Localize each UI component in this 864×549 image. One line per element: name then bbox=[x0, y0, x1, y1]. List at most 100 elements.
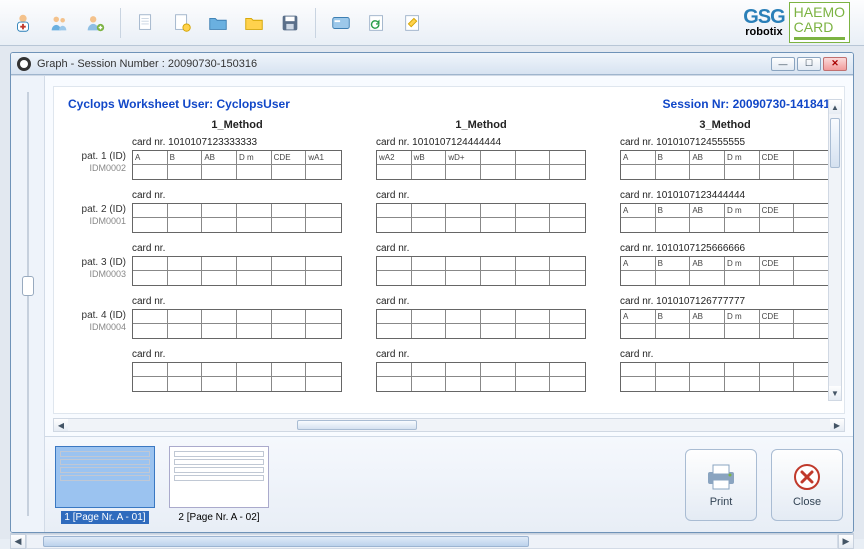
card-cell: CDE bbox=[760, 151, 795, 165]
card-cell bbox=[202, 204, 237, 218]
scroll-right-arrow[interactable]: ▶ bbox=[830, 419, 844, 431]
scroll-thumb[interactable] bbox=[297, 420, 417, 430]
card-cell bbox=[621, 324, 656, 338]
card-cell bbox=[481, 165, 516, 179]
card-cell bbox=[133, 257, 168, 271]
zoom-slider-thumb[interactable] bbox=[22, 276, 34, 296]
card-cell bbox=[550, 310, 585, 324]
card-grid bbox=[376, 362, 586, 392]
scroll-right-arrow[interactable]: ▶ bbox=[838, 534, 854, 549]
card-cell bbox=[133, 363, 168, 377]
card-cell bbox=[133, 218, 168, 232]
card-cell bbox=[412, 271, 447, 285]
card-cell bbox=[237, 257, 272, 271]
card-cell bbox=[412, 324, 447, 338]
scroll-thumb[interactable] bbox=[830, 118, 840, 168]
brand-robotix: robotix bbox=[745, 26, 782, 38]
window-close-button[interactable]: ✕ bbox=[823, 57, 847, 71]
window-titlebar[interactable]: Graph - Session Number : 20090730-150316… bbox=[11, 53, 853, 75]
zoom-slider bbox=[11, 76, 45, 532]
card-cell bbox=[725, 324, 760, 338]
card-cell bbox=[272, 377, 307, 391]
close-icon bbox=[792, 462, 822, 492]
card-cell bbox=[272, 324, 307, 338]
page-icon[interactable] bbox=[167, 8, 197, 38]
card-icon[interactable] bbox=[326, 8, 356, 38]
card-cell bbox=[306, 363, 341, 377]
card-number: card nr. bbox=[620, 349, 830, 360]
card-cell bbox=[725, 377, 760, 391]
card-cell: AB bbox=[690, 151, 725, 165]
card-cell bbox=[202, 271, 237, 285]
worksheet-user: Cyclops Worksheet User: CyclopsUser bbox=[68, 97, 290, 111]
card-cell bbox=[272, 204, 307, 218]
patients-icon[interactable] bbox=[44, 8, 74, 38]
card-cell bbox=[377, 271, 412, 285]
card-cell bbox=[133, 310, 168, 324]
card-cell bbox=[794, 324, 829, 338]
card-cell bbox=[621, 377, 656, 391]
tool-icon[interactable] bbox=[398, 8, 428, 38]
printer-icon bbox=[704, 462, 738, 492]
card-cell bbox=[656, 218, 691, 232]
window-minimize-button[interactable]: — bbox=[771, 57, 795, 71]
card-cell: CDE bbox=[272, 151, 307, 165]
scroll-thumb[interactable] bbox=[43, 536, 529, 547]
card-cell bbox=[377, 324, 412, 338]
save-icon[interactable] bbox=[275, 8, 305, 38]
doctor-icon[interactable] bbox=[8, 8, 38, 38]
card-number: card nr. 1010107124555555 bbox=[620, 137, 830, 148]
card-cell bbox=[446, 165, 481, 179]
card-cell bbox=[760, 363, 795, 377]
card-cell bbox=[412, 218, 447, 232]
card-cell bbox=[550, 363, 585, 377]
card-number: card nr. 1010107126777777 bbox=[620, 296, 830, 307]
card-cell bbox=[133, 324, 168, 338]
app-toolbar: GSG robotix HAEMO CARD bbox=[0, 0, 864, 46]
sheet-vertical-scrollbar[interactable]: ▲ ▼ bbox=[828, 99, 842, 401]
scroll-up-arrow[interactable]: ▲ bbox=[829, 100, 841, 114]
card-cell bbox=[760, 324, 795, 338]
card-cell bbox=[725, 271, 760, 285]
card-cell bbox=[794, 165, 829, 179]
card-cell bbox=[794, 377, 829, 391]
card-cell bbox=[202, 363, 237, 377]
card-cell: A bbox=[621, 204, 656, 218]
card-cell: AB bbox=[202, 151, 237, 165]
refresh-icon[interactable] bbox=[362, 8, 392, 38]
card-cell bbox=[690, 377, 725, 391]
folder-yellow-icon[interactable] bbox=[239, 8, 269, 38]
print-button[interactable]: Print bbox=[685, 449, 757, 521]
scroll-left-arrow[interactable]: ◀ bbox=[10, 534, 26, 549]
patient-label: pat. 3 (ID)IDM0003 bbox=[68, 243, 132, 281]
card-cell bbox=[481, 324, 516, 338]
card-cell bbox=[133, 377, 168, 391]
zoom-slider-track[interactable] bbox=[27, 92, 29, 516]
card-cell bbox=[516, 377, 551, 391]
card-cell bbox=[794, 218, 829, 232]
folder-blue-icon[interactable] bbox=[203, 8, 233, 38]
card-cell: D m bbox=[725, 204, 760, 218]
page-thumbnail[interactable]: 1 [Page Nr. A - 01] bbox=[55, 446, 155, 523]
card-number: card nr. 1010107123444444 bbox=[620, 190, 830, 201]
close-button[interactable]: Close bbox=[771, 449, 843, 521]
card-cell bbox=[133, 204, 168, 218]
card-cell bbox=[621, 218, 656, 232]
patient-add-icon[interactable] bbox=[80, 8, 110, 38]
card-cell: D m bbox=[725, 257, 760, 271]
patient-label: pat. 4 (ID)IDM0004 bbox=[68, 296, 132, 334]
new-doc-icon[interactable] bbox=[131, 8, 161, 38]
page-thumbnail[interactable]: 2 [Page Nr. A - 02] bbox=[169, 446, 269, 523]
card-cell bbox=[621, 165, 656, 179]
sheet-horizontal-scrollbar[interactable]: ◀ ▶ bbox=[53, 418, 845, 432]
card-number: card nr. bbox=[132, 349, 342, 360]
scroll-down-arrow[interactable]: ▼ bbox=[829, 386, 841, 400]
scroll-left-arrow[interactable]: ◀ bbox=[54, 419, 68, 431]
workspace-horizontal-scrollbar[interactable]: ◀ ▶ bbox=[10, 533, 854, 549]
card-number: card nr. bbox=[132, 243, 342, 254]
card-cell bbox=[202, 165, 237, 179]
workspace: Graph - Session Number : 20090730-150316… bbox=[0, 46, 864, 539]
card-cell bbox=[306, 271, 341, 285]
window-maximize-button[interactable]: ☐ bbox=[797, 57, 821, 71]
card-cell bbox=[794, 271, 829, 285]
